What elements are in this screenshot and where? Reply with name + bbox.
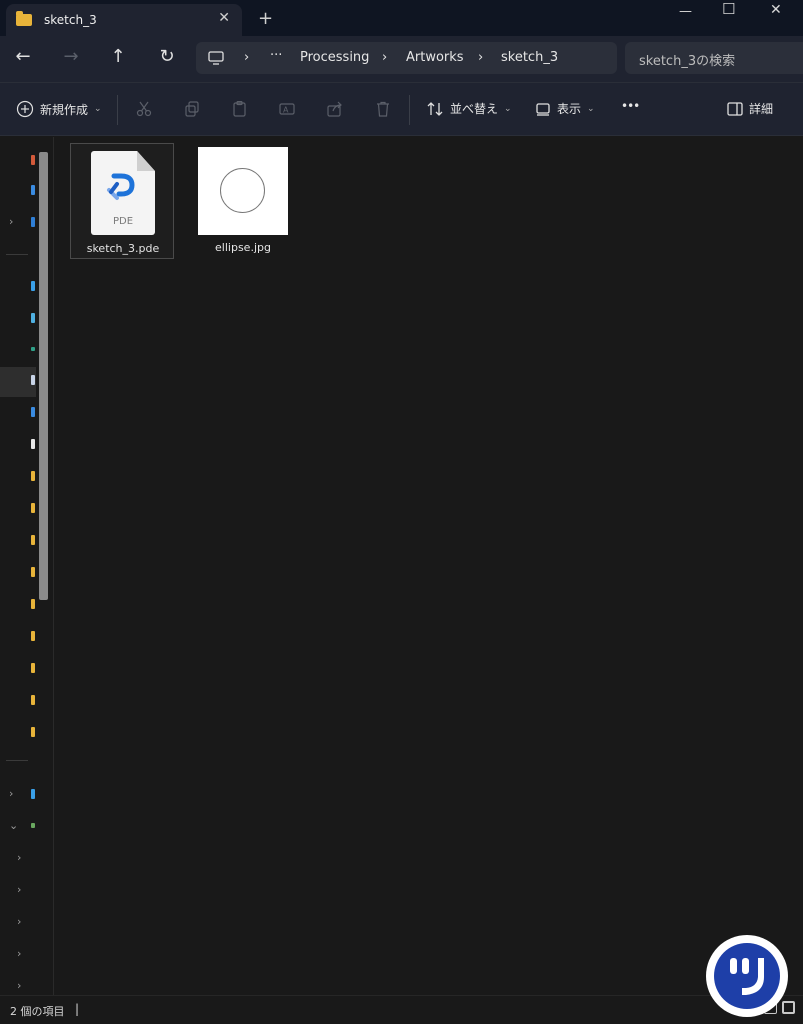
file-name: sketch_3.pde <box>86 242 160 255</box>
chevron-down-icon: ⌄ <box>94 104 102 114</box>
file-item-ellipse-jpg[interactable]: ellipse.jpg <box>198 143 302 259</box>
navigation-bar: ← → ↑ ↻ › ··· Processing › Artworks › sk… <box>0 36 803 82</box>
image-thumbnail <box>198 147 288 235</box>
expand-chevron-icon[interactable]: › <box>17 979 21 992</box>
divider <box>6 254 28 255</box>
chevron-down-icon: ⌄ <box>504 103 512 114</box>
folder-icon[interactable] <box>31 695 35 705</box>
details-label: 詳細 <box>749 102 774 116</box>
up-button[interactable]: ↑ <box>106 46 130 67</box>
back-button[interactable]: ← <box>11 46 35 67</box>
more-options-button[interactable]: ••• <box>621 99 640 113</box>
folder-icon[interactable] <box>31 663 35 673</box>
file-type-label: PDE <box>112 216 134 227</box>
expand-chevron-icon[interactable]: › <box>9 215 13 228</box>
details-pane-button[interactable]: 詳細 <box>727 100 773 117</box>
new-button[interactable]: 新規作成 ⌄ <box>16 100 102 118</box>
gallery-icon[interactable] <box>31 185 35 195</box>
sort-button[interactable]: 並べ替え ⌄ <box>426 100 512 117</box>
onedrive-icon[interactable] <box>31 217 35 227</box>
tiles-view-button[interactable] <box>782 1001 795 1014</box>
title-bar: sketch_3 ✕ + — ☐ ✕ <box>0 0 803 36</box>
search-box[interactable]: sketch_3の検索 <box>625 42 803 74</box>
search-placeholder: sketch_3の検索 <box>639 54 736 69</box>
processing-logo-icon <box>107 173 135 200</box>
minimize-button[interactable]: — <box>679 4 692 19</box>
folder-icon[interactable] <box>31 471 35 481</box>
address-bar[interactable]: › ··· Processing › Artworks › sketch_3 <box>196 42 617 74</box>
smile-logo-icon <box>714 943 780 1009</box>
network-icon[interactable] <box>31 823 35 828</box>
delete-icon[interactable] <box>375 101 391 117</box>
music-icon[interactable] <box>31 407 35 417</box>
breadcrumb-processing[interactable]: Processing <box>300 50 369 65</box>
item-count: 2 個の項目 <box>10 1005 65 1018</box>
sort-icon <box>427 101 443 116</box>
rename-icon[interactable]: A <box>279 101 295 117</box>
site-logo-badge <box>706 935 788 1017</box>
maximize-button[interactable]: ☐ <box>722 0 735 18</box>
status-bar: 2 個の項目 | <box>0 995 803 1024</box>
thumbnail-ellipse <box>220 168 265 213</box>
folder-icon[interactable] <box>31 503 35 513</box>
view-button-label: 表示 <box>557 102 582 116</box>
breadcrumb-separator: › <box>478 50 484 65</box>
folder-icon[interactable] <box>31 599 35 609</box>
divider <box>409 95 410 125</box>
details-pane-icon <box>727 101 743 116</box>
folder-icon[interactable] <box>31 567 35 577</box>
tab-sketch-3[interactable]: sketch_3 ✕ <box>6 4 242 36</box>
tab-title: sketch_3 <box>44 13 97 27</box>
folder-icon <box>16 11 32 26</box>
chevron-down-icon: ⌄ <box>587 103 595 114</box>
sort-button-label: 並べ替え <box>450 102 499 116</box>
refresh-button[interactable]: ↻ <box>155 46 179 67</box>
share-icon[interactable] <box>327 101 343 117</box>
videos-icon[interactable] <box>31 439 35 449</box>
breadcrumb-separator: › <box>382 50 388 65</box>
desktop-icon[interactable] <box>31 281 35 291</box>
breadcrumb-artworks[interactable]: Artworks <box>406 50 464 65</box>
file-name: ellipse.jpg <box>215 241 271 254</box>
close-window-button[interactable]: ✕ <box>770 2 782 18</box>
collapse-chevron-icon[interactable]: ⌄ <box>9 819 18 832</box>
svg-text:A: A <box>283 106 289 115</box>
home-icon[interactable] <box>31 155 35 165</box>
paste-icon[interactable] <box>232 101 248 117</box>
folder-icon[interactable] <box>31 535 35 545</box>
view-button[interactable]: 表示 ⌄ <box>535 100 595 117</box>
downloads-icon[interactable] <box>31 313 35 323</box>
monitor-icon <box>208 51 224 65</box>
copy-icon[interactable] <box>184 101 200 117</box>
folder-icon[interactable] <box>31 631 35 641</box>
view-icon <box>536 102 550 116</box>
file-list[interactable]: PDE sketch_3.pde ellipse.jpg <box>55 137 803 995</box>
file-item-sketch-3-pde[interactable]: PDE sketch_3.pde <box>70 143 174 259</box>
navigation-pane[interactable]: › › ⌄ › › › › › <box>0 137 54 995</box>
divider <box>117 95 118 125</box>
tab-close-button[interactable]: ✕ <box>218 10 230 26</box>
expand-chevron-icon[interactable]: › <box>17 851 21 864</box>
this-pc-icon[interactable] <box>31 789 35 799</box>
command-bar: 新規作成 ⌄ A 並べ替え ⌄ 表示 ⌄ ••• 詳細 <box>0 82 803 136</box>
cut-icon[interactable] <box>136 101 152 117</box>
plus-circle-icon <box>16 100 34 118</box>
expand-chevron-icon[interactable]: › <box>17 947 21 960</box>
nav-pane-scrollbar[interactable] <box>39 152 48 600</box>
expand-chevron-icon[interactable]: › <box>9 787 13 800</box>
breadcrumb-sketch-3[interactable]: sketch_3 <box>501 50 558 65</box>
status-separator: | <box>75 1002 80 1016</box>
breadcrumb-separator: › <box>244 50 250 65</box>
new-tab-button[interactable]: + <box>258 8 273 29</box>
breadcrumb-more[interactable]: ··· <box>270 48 282 63</box>
divider <box>6 760 28 761</box>
folder-icon[interactable] <box>31 727 35 737</box>
expand-chevron-icon[interactable]: › <box>17 883 21 896</box>
forward-button[interactable]: → <box>59 46 83 67</box>
new-button-label: 新規作成 <box>40 102 89 117</box>
expand-chevron-icon[interactable]: › <box>17 915 21 928</box>
documents-icon[interactable] <box>31 347 35 351</box>
pictures-icon[interactable] <box>31 375 35 385</box>
